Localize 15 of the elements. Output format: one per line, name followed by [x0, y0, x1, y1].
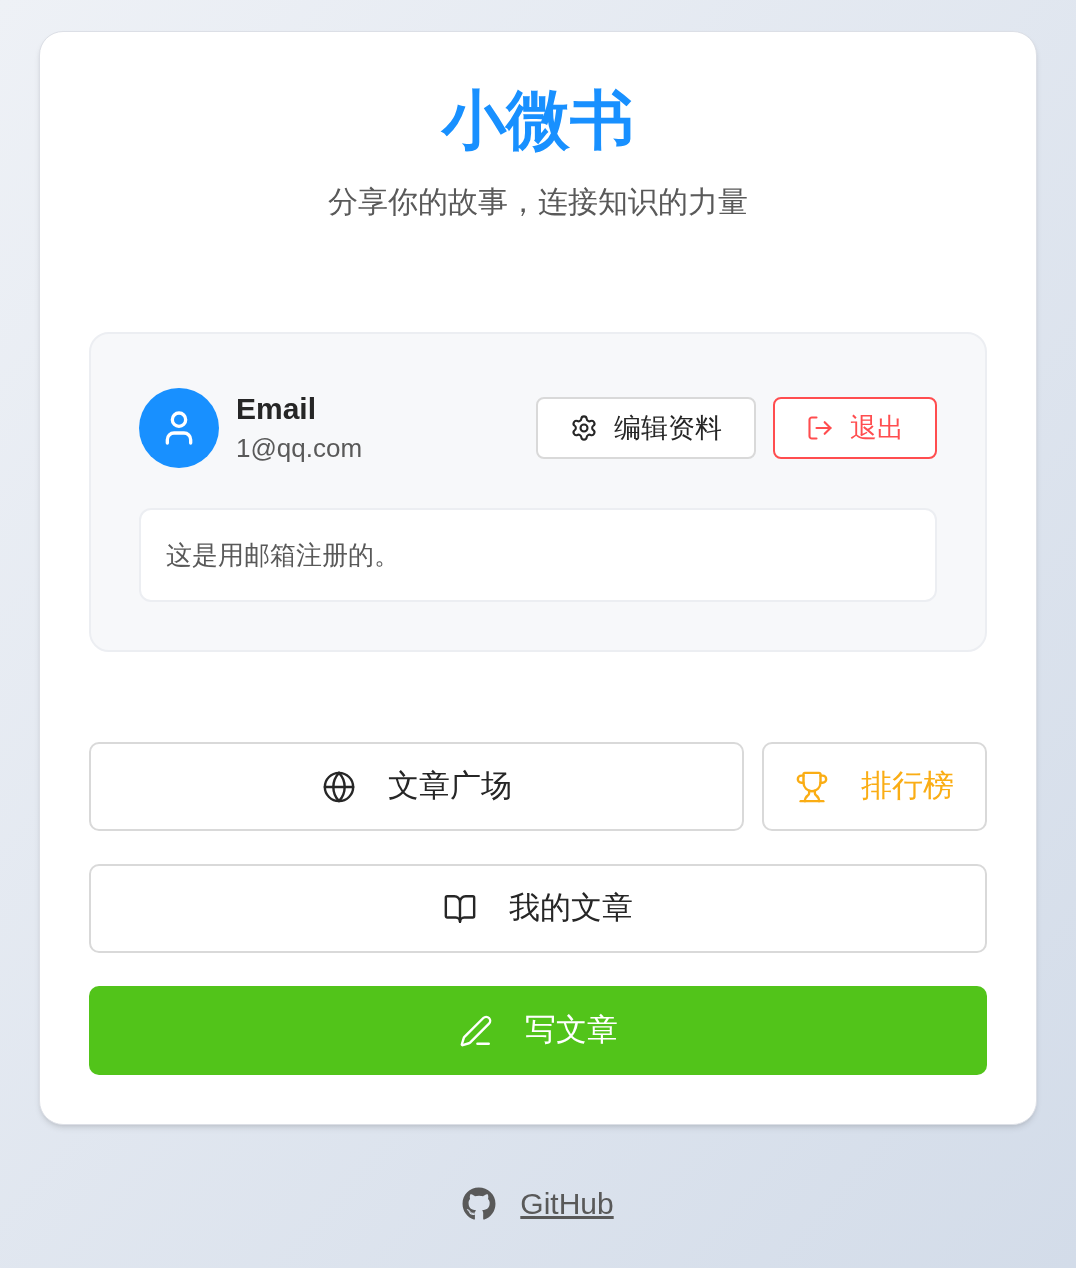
trophy-icon	[795, 769, 829, 804]
globe-icon	[321, 769, 356, 804]
user-bio: 这是用邮箱注册的。	[139, 508, 937, 602]
edit-profile-button[interactable]: 编辑资料	[536, 397, 756, 459]
user-email: 1@qq.com	[236, 432, 363, 465]
app-title: 小微书	[442, 83, 634, 158]
github-icon	[462, 1186, 497, 1221]
github-link[interactable]: GitHub	[520, 1181, 614, 1226]
my-articles-button[interactable]: 我的文章	[89, 864, 987, 953]
pen-icon	[458, 1013, 493, 1048]
settings-icon	[570, 414, 598, 442]
logout-button[interactable]: 退出	[773, 397, 937, 459]
user-name: Email	[236, 391, 318, 427]
app-subtitle: 分享你的故事，连接知识的力量	[328, 184, 748, 220]
article-square-button[interactable]: 文章广场	[89, 742, 744, 831]
